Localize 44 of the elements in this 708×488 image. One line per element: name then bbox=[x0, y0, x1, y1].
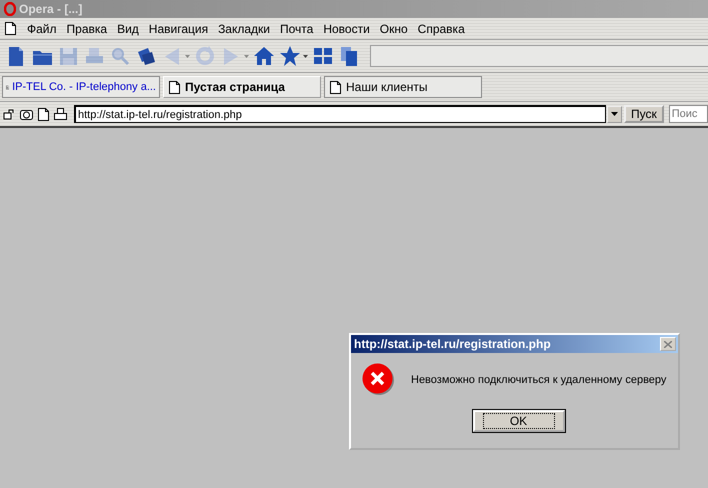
home-icon bbox=[253, 45, 275, 67]
caret-icon bbox=[185, 54, 190, 58]
menu-item[interactable]: Закладки bbox=[213, 20, 275, 36]
menu-item[interactable]: Окно bbox=[374, 20, 413, 36]
address-field[interactable]: http://stat.ip-tel.ru/registration.php bbox=[74, 105, 606, 123]
dialog-title: http://stat.ip-tel.ru/registration.php bbox=[354, 337, 551, 351]
caret-icon bbox=[611, 112, 618, 116]
tab[interactable]: Пустая страница bbox=[163, 76, 321, 98]
windows-icon bbox=[312, 45, 334, 67]
window-title: Opera - [...] bbox=[19, 2, 82, 16]
copies-icon bbox=[338, 45, 360, 67]
page-icon bbox=[330, 80, 341, 94]
opera-logo-icon bbox=[4, 2, 16, 16]
search-field[interactable]: Поис bbox=[668, 105, 708, 123]
menu-item[interactable]: Правка bbox=[62, 20, 112, 36]
tab[interactable]: IP-TEL Co. - IP-telephony a... bbox=[2, 76, 160, 98]
menu-item[interactable]: Почта bbox=[275, 20, 318, 36]
search-icon bbox=[109, 45, 131, 67]
lock-icon bbox=[3, 108, 15, 120]
caret-icon bbox=[303, 54, 308, 58]
error-message: Невозможно подключиться к удаленному серверу bbox=[411, 374, 666, 386]
tab[interactable]: Наши клиенты bbox=[324, 76, 482, 98]
page-icon bbox=[38, 108, 49, 120]
page-icon bbox=[169, 80, 180, 94]
menu-item[interactable]: Новости bbox=[318, 20, 375, 36]
menu-item[interactable]: Вид bbox=[112, 20, 144, 36]
star-icon bbox=[279, 45, 301, 67]
go-button[interactable]: Пуск bbox=[624, 105, 664, 123]
menu-item[interactable]: Файл bbox=[22, 20, 62, 36]
dropdown-button[interactable] bbox=[607, 106, 622, 122]
menu-item[interactable]: Навигация bbox=[144, 20, 214, 36]
save-icon bbox=[57, 45, 79, 67]
page-menu-icon bbox=[5, 22, 16, 35]
printer-icon bbox=[54, 108, 67, 120]
menu-item[interactable]: Справка bbox=[412, 20, 470, 36]
camera-icon bbox=[20, 108, 33, 120]
error-icon bbox=[362, 363, 395, 396]
reload-icon bbox=[194, 45, 216, 67]
toolbar-field[interactable] bbox=[370, 45, 708, 67]
cards-icon bbox=[135, 45, 157, 67]
close-button[interactable] bbox=[660, 337, 676, 351]
close-icon bbox=[664, 340, 672, 348]
caret-icon bbox=[244, 54, 249, 58]
ok-button[interactable]: OK bbox=[472, 410, 564, 432]
